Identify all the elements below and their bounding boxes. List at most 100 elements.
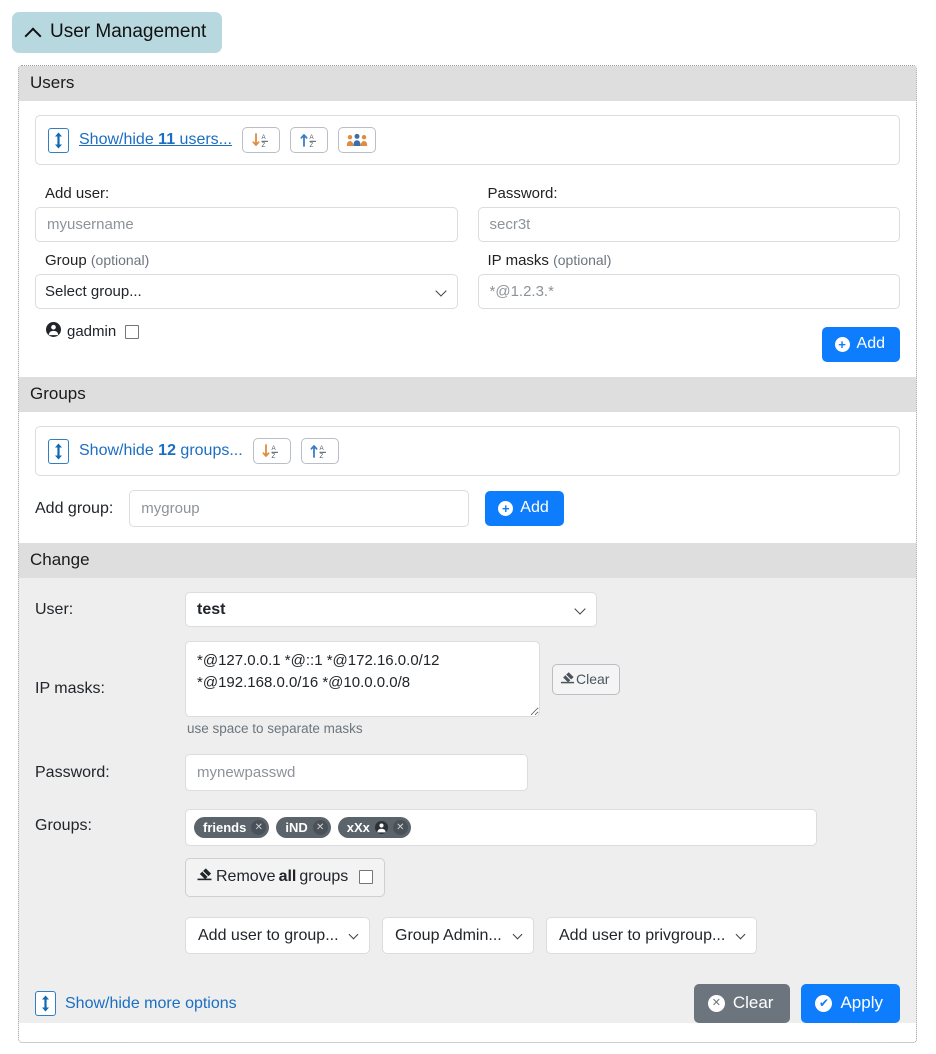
change-password-input[interactable] xyxy=(185,754,528,791)
add-user-to-privgroup-select[interactable]: Add user to privgroup... xyxy=(546,917,757,954)
add-user-input[interactable] xyxy=(35,207,458,242)
add-user-button[interactable]: + Add xyxy=(821,327,900,362)
group-chip[interactable]: xXx ✕ xyxy=(337,817,411,838)
users-actions: + Add xyxy=(19,327,916,377)
sort-ascending-alpha-icon[interactable]: A Z xyxy=(290,127,328,153)
remove-circle-icon[interactable]: ✕ xyxy=(392,820,408,835)
group-select[interactable]: Select group... xyxy=(35,274,458,309)
group-label: Group (optional) xyxy=(45,252,458,269)
person-circle-icon xyxy=(374,821,388,834)
svg-text:A: A xyxy=(320,445,325,452)
svg-text:Z: Z xyxy=(272,453,276,459)
ipmasks-label: IP masks (optional) xyxy=(488,252,901,269)
group-field-group: Group (optional) Select group... xyxy=(35,242,458,309)
apply-button-label: Apply xyxy=(840,993,883,1012)
ipmasks-input[interactable] xyxy=(477,274,900,309)
more-options-toggle[interactable]: Show/hide more options xyxy=(35,991,237,1016)
change-ipmasks-field: *@127.0.0.1 *@::1 *@172.16.0.0/12 *@192.… xyxy=(185,641,900,736)
remove-all-groups-wrap: Remove all groups xyxy=(185,858,900,897)
footer-buttons: ✕ Clear ✔ Apply xyxy=(693,984,900,1023)
password-input[interactable] xyxy=(477,207,900,242)
change-groups-row: Groups: friends ✕ iND ✕ xXx ✕ Remove all… xyxy=(35,809,900,897)
remove-circle-icon[interactable]: ✕ xyxy=(312,820,328,835)
group-select-wrap: Select group... xyxy=(35,274,458,309)
show-hide-users-link[interactable]: Show/hide 11 users... xyxy=(79,131,232,149)
add-group-button[interactable]: + Add xyxy=(485,491,564,526)
add-group-label: Add group: xyxy=(35,499,114,517)
remove-all-groups-button[interactable]: Remove all groups xyxy=(185,858,386,897)
add-user-to-group-select-wrap: Add user to group... xyxy=(185,917,370,954)
expand-collapse-icon[interactable] xyxy=(35,991,56,1016)
apply-button[interactable]: ✔ Apply xyxy=(801,984,900,1023)
users-toggle-bar: Show/hide 11 users... A Z A Z xyxy=(35,115,900,165)
groups-section-header: Groups xyxy=(19,377,916,412)
ipmasks-optional-text: (optional) xyxy=(553,252,612,268)
ipmasks-label-text: IP masks xyxy=(487,252,549,269)
group-chip-label: xXx xyxy=(346,820,370,835)
x-circle-icon: ✕ xyxy=(707,994,725,1012)
group-chips-container: friends ✕ iND ✕ xXx ✕ xyxy=(185,809,817,846)
plus-circle-icon: + xyxy=(834,336,850,352)
plus-circle-icon: + xyxy=(498,500,514,516)
change-ipmasks-label: IP masks: xyxy=(35,679,105,697)
groups-count: 12 xyxy=(158,442,176,459)
add-user-to-group-select[interactable]: Add user to group... xyxy=(185,917,370,954)
sort-descending-alpha-icon[interactable]: A Z xyxy=(242,127,280,153)
show-hide-groups-prefix: Show/hide xyxy=(79,442,159,459)
change-user-select-wrap: test xyxy=(185,592,597,627)
group-label-text: Group xyxy=(45,252,87,269)
person-circle-icon xyxy=(46,322,61,341)
group-chip[interactable]: friends ✕ xyxy=(194,817,270,838)
gadmin-label: gadmin xyxy=(67,323,117,340)
group-chip-label: friends xyxy=(203,820,247,835)
clear-button[interactable]: ✕ Clear xyxy=(693,984,791,1023)
expand-collapse-icon[interactable] xyxy=(48,438,69,464)
ipmasks-hint: use space to separate masks xyxy=(187,721,363,736)
ipmasks-field-group: IP masks (optional) xyxy=(477,242,901,309)
more-options-link[interactable]: Show/hide more options xyxy=(65,995,237,1013)
change-section-header: Change xyxy=(19,543,916,578)
change-user-field: test xyxy=(185,592,900,627)
expand-collapse-icon[interactable] xyxy=(48,127,69,153)
check-circle-icon: ✔ xyxy=(815,994,833,1012)
change-ipmasks-wrap: *@127.0.0.1 *@::1 *@172.16.0.0/12 *@192.… xyxy=(185,641,900,717)
remove-all-prefix: Remove xyxy=(216,868,276,885)
users-count: 11 xyxy=(158,131,176,148)
group-chip-label: iND xyxy=(285,820,308,835)
change-section-body: User: test IP masks: *@127.0.0.1 *@::1 *… xyxy=(19,578,916,970)
password-field-group: Password: xyxy=(477,175,900,242)
change-footer: Show/hide more options ✕ Clear ✔ Apply xyxy=(19,970,916,1023)
change-ipmasks-textarea[interactable]: *@127.0.0.1 *@::1 *@172.16.0.0/12 *@192.… xyxy=(185,641,540,717)
svg-text:A: A xyxy=(309,134,314,141)
password-label: Password: xyxy=(487,185,558,202)
user-management-collapse-header[interactable]: User Management xyxy=(12,12,223,53)
group-action-selects: Add user to group... Group Admin... Add … xyxy=(185,917,900,954)
remove-all-strong: all xyxy=(278,868,297,885)
groups-section-body: Show/hide 12 groups... A Z A Z Add group… xyxy=(19,426,916,543)
change-user-row: User: test xyxy=(35,592,900,627)
remove-circle-icon[interactable]: ✕ xyxy=(251,820,267,835)
add-group-input[interactable] xyxy=(129,490,470,527)
change-groups-field: friends ✕ iND ✕ xXx ✕ Remove all groups xyxy=(185,809,900,897)
group-optional-text: (optional) xyxy=(90,252,150,268)
show-hide-groups-suffix: groups... xyxy=(175,442,243,459)
show-hide-groups-link[interactable]: Show/hide 12 groups... xyxy=(79,442,243,460)
group-admin-select[interactable]: Group Admin... xyxy=(382,917,534,954)
gadmin-checkbox[interactable] xyxy=(125,324,140,339)
sort-ascending-alpha-icon[interactable]: A Z xyxy=(300,438,339,464)
change-password-label: Password: xyxy=(35,763,110,781)
users-group-icon[interactable] xyxy=(338,127,376,153)
change-user-select[interactable]: test xyxy=(185,592,597,627)
users-section-header: Users xyxy=(19,66,916,101)
svg-text:A: A xyxy=(272,445,277,452)
group-chip[interactable]: iND ✕ xyxy=(276,817,331,838)
change-groups-label: Groups: xyxy=(35,817,92,834)
remove-all-groups-checkbox[interactable] xyxy=(359,870,374,884)
users-form-row-2: Group (optional) Select group... IP mask… xyxy=(35,242,900,309)
clear-ipmasks-button[interactable]: Clear xyxy=(552,663,621,695)
eraser-icon xyxy=(196,867,213,887)
add-group-button-label: Add xyxy=(520,499,549,516)
users-form-row-1: Add user: Password: xyxy=(35,175,900,242)
sort-descending-alpha-icon[interactable]: A Z xyxy=(252,438,291,464)
users-add-form: Add user: Password: Group (optional) Sel… xyxy=(19,165,916,341)
